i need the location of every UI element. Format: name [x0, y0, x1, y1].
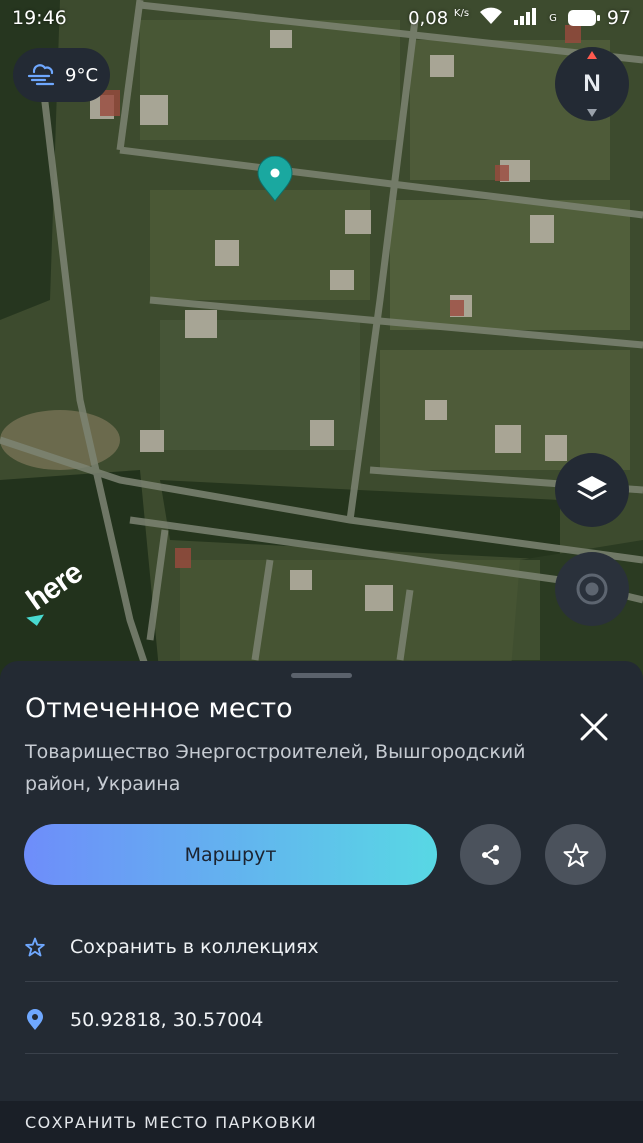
star-outline-icon — [24, 936, 46, 958]
place-details-sheet: Отмеченное место Товарищество Энергостро… — [0, 661, 643, 1143]
network-speed: 0,08 K/s — [408, 7, 470, 29]
place-address: Товарищество Энергостроителей, Вышгородс… — [25, 741, 526, 795]
weather-temperature: 9°C — [65, 64, 99, 86]
location-marker-icon — [24, 1009, 46, 1031]
layers-icon — [577, 476, 607, 500]
close-icon — [580, 713, 608, 741]
route-button-label: Маршрут — [184, 843, 277, 866]
weather-widget[interactable]: 9°C — [13, 48, 110, 102]
status-bar: 19:46 0,08 K/s G 97 — [0, 0, 643, 36]
favorite-button[interactable] — [545, 824, 606, 885]
close-button[interactable] — [572, 705, 616, 749]
share-button[interactable] — [460, 824, 521, 885]
star-icon — [563, 842, 588, 867]
battery-level: 97 — [606, 7, 631, 29]
divider — [25, 1053, 618, 1054]
share-icon — [481, 844, 499, 865]
satellite-imagery — [0, 0, 643, 680]
my-location-button[interactable] — [555, 552, 629, 626]
save-parking-label: СОХРАНИТЬ МЕСТО ПАРКОВКИ — [25, 1112, 318, 1132]
divider — [25, 981, 618, 982]
save-to-collections-item[interactable]: Сохранить в коллекциях — [0, 911, 643, 983]
wind-cloud-icon — [27, 60, 57, 91]
locate-icon — [576, 573, 608, 605]
sheet-drag-handle[interactable] — [291, 673, 352, 678]
route-button[interactable]: Маршрут — [24, 824, 437, 885]
signal-type: G — [549, 12, 557, 24]
battery: 97 — [567, 7, 631, 29]
compass-button[interactable]: N — [555, 47, 629, 121]
place-title: Отмеченное место — [25, 693, 293, 724]
coordinates-item[interactable]: 50.92818, 30.57004 — [0, 984, 643, 1056]
battery-icon — [567, 10, 600, 26]
map-view[interactable]: 19:46 0,08 K/s G 97 9°C N here — [0, 0, 643, 680]
location-pin-icon[interactable] — [256, 155, 294, 206]
status-time: 19:46 — [12, 7, 67, 29]
compass-ring-icon — [587, 51, 597, 117]
save-parking-button[interactable]: СОХРАНИТЬ МЕСТО ПАРКОВКИ — [0, 1101, 643, 1143]
save-to-collections-label: Сохранить в коллекциях — [70, 936, 319, 958]
coordinates-value: 50.92818, 30.57004 — [70, 1009, 264, 1031]
signal-icon — [513, 7, 539, 30]
wifi-icon — [479, 7, 503, 30]
map-layers-button[interactable] — [555, 453, 629, 527]
